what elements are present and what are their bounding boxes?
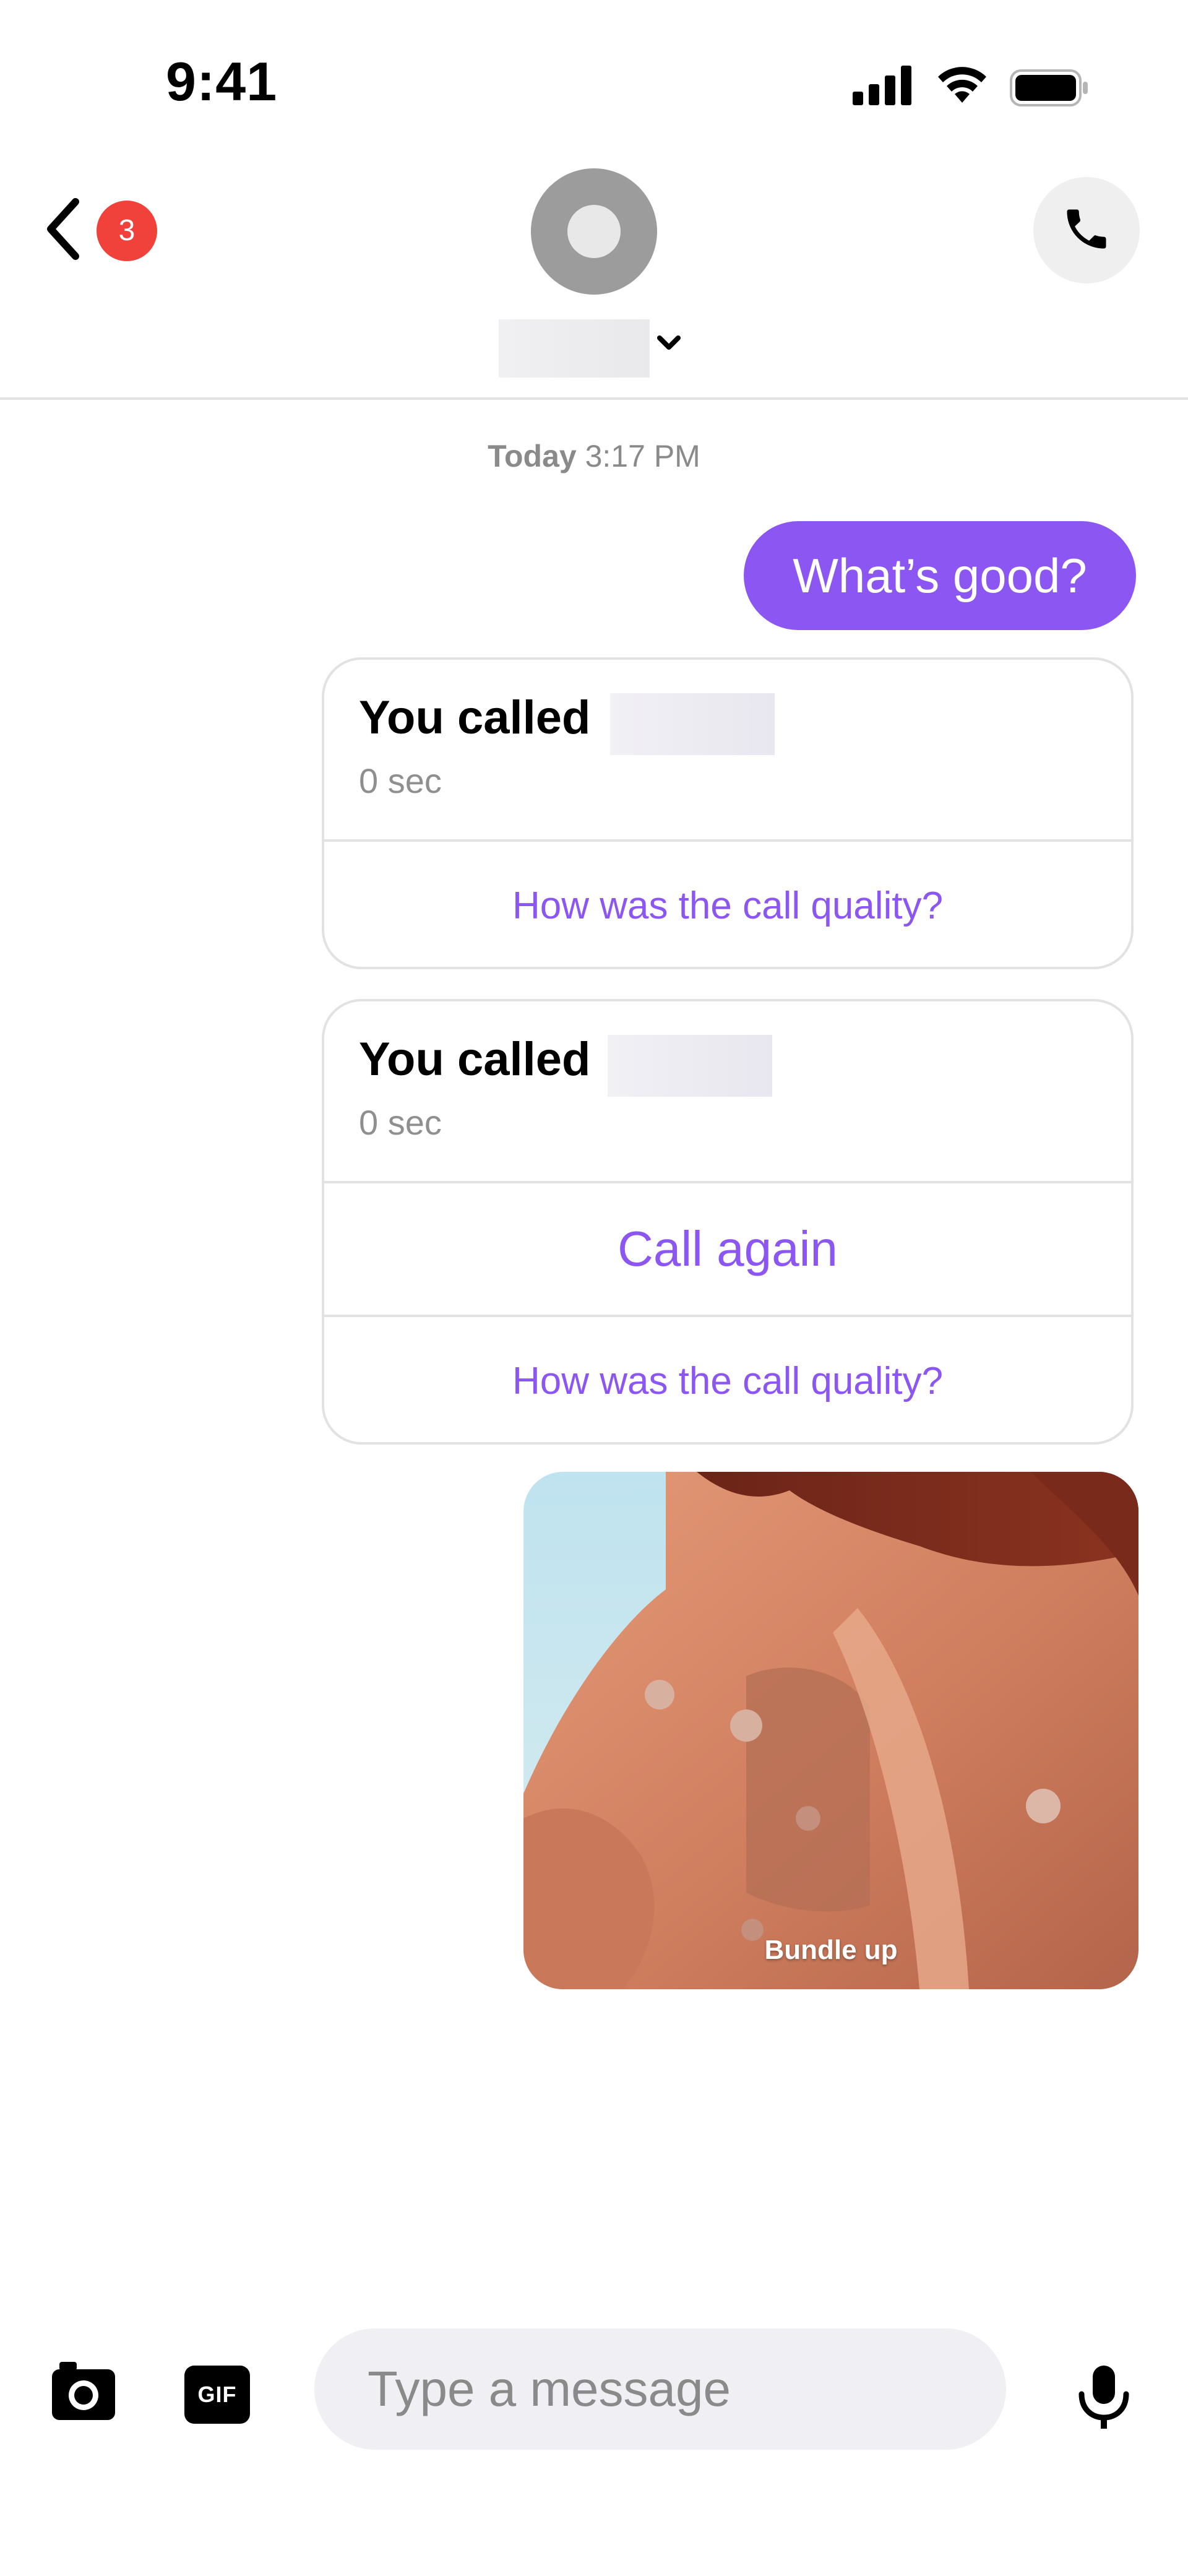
chevron-left-icon bbox=[37, 198, 87, 269]
avatar-placeholder-icon bbox=[567, 205, 621, 258]
gif-button[interactable]: GIF bbox=[184, 2366, 250, 2424]
battery-icon bbox=[1010, 69, 1090, 110]
gif-caption: Bundle up bbox=[764, 1935, 898, 1965]
message-timestamp: Today 3:17 PM bbox=[0, 441, 1188, 472]
timestamp-day: Today bbox=[488, 439, 577, 473]
call-log-card: You called 0 sec Call again How was the … bbox=[322, 999, 1134, 1445]
gif-message[interactable]: Bundle up bbox=[523, 1472, 1138, 1989]
header-divider bbox=[0, 397, 1188, 400]
microphone-button[interactable] bbox=[1075, 2363, 1132, 2432]
call-log-title: You called bbox=[359, 1033, 591, 1086]
unread-count-badge: 3 bbox=[97, 201, 157, 261]
call-log-header: You called 0 sec bbox=[324, 1001, 1131, 1181]
message-input[interactable]: Type a message bbox=[314, 2328, 1006, 2450]
avatar[interactable] bbox=[531, 168, 657, 295]
voice-call-button[interactable] bbox=[1033, 177, 1140, 283]
phone-icon bbox=[1061, 203, 1113, 258]
gif-image bbox=[523, 1472, 1138, 1989]
call-log-header: You called 0 sec bbox=[324, 660, 1131, 839]
status-bar-time: 9:41 bbox=[166, 51, 278, 112]
call-again-button[interactable]: Call again bbox=[324, 1181, 1131, 1315]
wifi-icon bbox=[934, 64, 990, 108]
call-log-card: You called 0 sec How was the call qualit… bbox=[322, 657, 1134, 969]
call-duration: 0 sec bbox=[359, 761, 442, 800]
contact-name-redacted[interactable] bbox=[499, 319, 650, 378]
timestamp-time: 3:17 PM bbox=[585, 439, 700, 473]
call-duration: 0 sec bbox=[359, 1103, 442, 1142]
camera-button[interactable] bbox=[50, 2358, 118, 2426]
call-log-title: You called bbox=[359, 691, 591, 744]
chevron-down-icon[interactable] bbox=[656, 334, 682, 356]
callee-name-redacted bbox=[610, 693, 775, 755]
message-input-placeholder: Type a message bbox=[368, 2361, 731, 2416]
microphone-icon bbox=[1075, 2366, 1132, 2435]
sent-message-bubble[interactable]: What’s good? bbox=[744, 521, 1136, 630]
gif-label: GIF bbox=[184, 2366, 250, 2424]
call-quality-link[interactable]: How was the call quality? bbox=[324, 1315, 1131, 1442]
callee-name-redacted bbox=[608, 1035, 772, 1097]
cellular-signal-icon bbox=[853, 66, 915, 108]
call-quality-link[interactable]: How was the call quality? bbox=[324, 839, 1131, 967]
camera-icon bbox=[50, 2362, 118, 2429]
